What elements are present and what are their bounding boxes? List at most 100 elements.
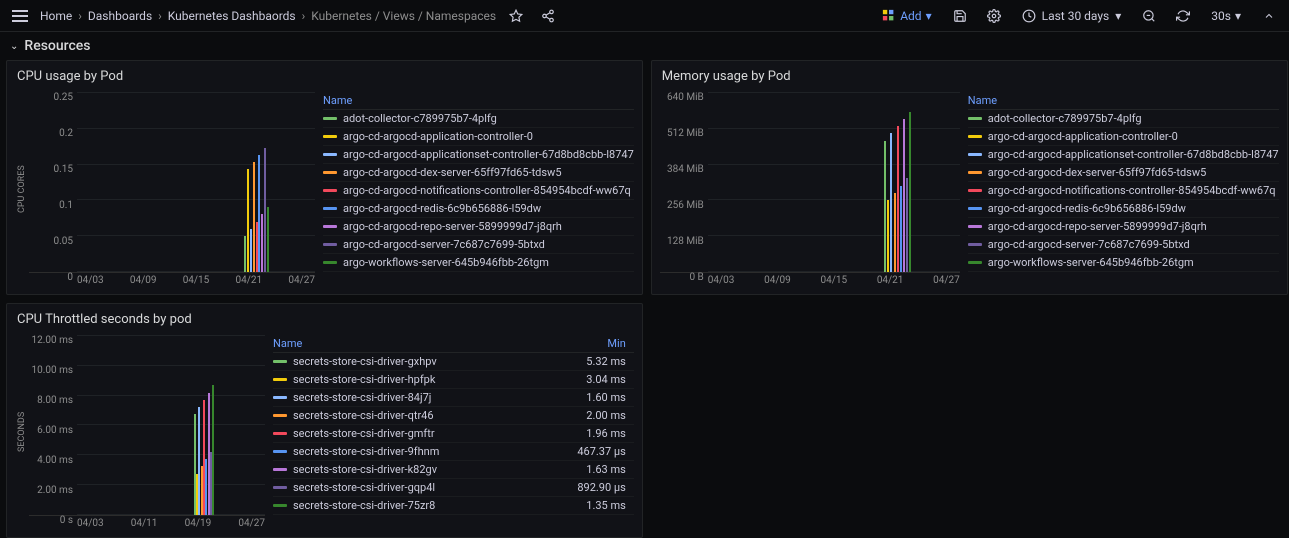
legend-row[interactable]: argo-cd-argocd-redis-6c9b656886-l59dw: [968, 200, 1279, 218]
plot-area[interactable]: 0 s2.00 ms4.00 ms6.00 ms8.00 ms10.00 ms1…: [29, 335, 265, 516]
legend-row[interactable]: secrets-store-csi-driver-9fhnm467.37 µs: [273, 443, 634, 461]
section-row-resources[interactable]: ⌄ Resources: [0, 32, 1289, 60]
time-range-button[interactable]: Last 30 days ▾: [1016, 9, 1128, 23]
legend-row[interactable]: argo-cd-argocd-application-controller-0: [323, 128, 634, 146]
legend-col-min[interactable]: Min: [564, 337, 634, 350]
legend-series-name[interactable]: argo-workflows-server-645b946fbb-26tgm: [343, 256, 634, 269]
legend-col-name[interactable]: Name: [968, 94, 1279, 107]
legend-row[interactable]: adot-collector-c789975b7-4plfg: [323, 110, 634, 128]
legend-series-name[interactable]: adot-collector-c789975b7-4plfg: [988, 112, 1279, 125]
legend-row[interactable]: secrets-store-csi-driver-84j7j 1.60 ms: [273, 389, 634, 407]
legend-series-name[interactable]: secrets-store-csi-driver-hpfpk: [293, 373, 558, 386]
y-ticks: 0 s2.00 ms4.00 ms6.00 ms8.00 ms10.00 ms1…: [29, 335, 77, 515]
legend-row[interactable]: argo-cd-argocd-server-7c687c7699-5btxd: [968, 236, 1279, 254]
legend-row[interactable]: argo-cd-argocd-dex-server-65ff97fd65-tds…: [968, 164, 1279, 182]
legend-series-name[interactable]: argo-cd-argocd-repo-server-5899999d7-j8q…: [988, 220, 1279, 233]
legend-series-name[interactable]: secrets-store-csi-driver-84j7j: [293, 391, 558, 404]
legend-series-name[interactable]: secrets-store-csi-driver-qtr46: [293, 409, 558, 422]
legend-series-name[interactable]: secrets-store-csi-driver-9fhnm: [293, 445, 558, 458]
legend-row[interactable]: argo-cd-argocd-dex-server-65ff97fd65-tds…: [323, 164, 634, 182]
panel-body: SECONDS0 s2.00 ms4.00 ms6.00 ms8.00 ms10…: [7, 331, 642, 537]
legend-series-name[interactable]: argo-cd-argocd-redis-6c9b656886-l59dw: [343, 202, 634, 215]
legend-series-name[interactable]: argo-cd-argocd-repo-server-5899999d7-j8q…: [343, 220, 634, 233]
legend-row[interactable]: secrets-store-csi-driver-k82gv1.63 ms: [273, 461, 634, 479]
legend-row[interactable]: argo-cd-argocd-redis-6c9b656886-l59dw: [323, 200, 634, 218]
series-spike: [250, 229, 252, 272]
gear-icon[interactable]: [982, 4, 1006, 28]
legend-series-name[interactable]: argo-cd-argocd-notifications-controller-…: [343, 184, 634, 197]
share-icon[interactable]: [536, 4, 560, 28]
legend-series-name[interactable]: argo-cd-argocd-redis-6c9b656886-l59dw: [988, 202, 1279, 215]
legend-series-name[interactable]: secrets-store-csi-driver-gmftr: [293, 427, 558, 440]
breadcrumb-current[interactable]: Kubernetes / Views / Namespaces: [311, 9, 496, 23]
legend-row[interactable]: argo-cd-argocd-repo-server-5899999d7-j8q…: [968, 218, 1279, 236]
legend-row[interactable]: secrets-store-csi-driver-gqp4l 892.90 µs: [273, 479, 634, 497]
topbar-right: Add ▾ Last 30 days ▾ 30s ▾: [876, 4, 1281, 28]
legend-row[interactable]: argo-cd-argocd-applicationset-controller…: [323, 146, 634, 164]
zoom-out-icon[interactable]: [1137, 4, 1161, 28]
legend-col-name[interactable]: Name: [273, 337, 564, 350]
panel-title[interactable]: CPU Throttled seconds by pod: [7, 304, 642, 331]
legend-row[interactable]: argo-cd-argocd-notifications-controller-…: [968, 182, 1279, 200]
chart-frame: 0 B128 MiB256 MiB384 MiB512 MiB640 MiB 04…: [660, 92, 960, 286]
legend-row[interactable]: argo-cd-argocd-application-controller-0: [968, 128, 1279, 146]
section-title: Resources: [24, 38, 90, 54]
legend-series-name[interactable]: secrets-store-csi-driver-75zr8: [293, 499, 558, 512]
x-tick-label: 04/15: [820, 275, 847, 286]
series-spike: [264, 148, 266, 272]
legend-series-name[interactable]: argo-cd-argocd-notifications-controller-…: [988, 184, 1279, 197]
topbar: Home › Dashboards › Kubernetes Dashbaord…: [0, 0, 1289, 32]
legend-row[interactable]: argo-workflows-server-645b946fbb-26tgm: [323, 254, 634, 272]
legend-series-name[interactable]: argo-cd-argocd-application-controller-0: [343, 130, 634, 143]
legend-swatch: [968, 225, 982, 228]
legend-row[interactable]: secrets-store-csi-driver-qtr462.00 ms: [273, 407, 634, 425]
legend-row[interactable]: argo-workflows-server-645b946fbb-26tgm: [968, 254, 1279, 272]
panel-title[interactable]: CPU usage by Pod: [7, 61, 642, 88]
x-tick-label: 04/09: [764, 275, 791, 286]
legend-row[interactable]: secrets-store-csi-driver-75zr81.35 ms: [273, 497, 634, 515]
collapse-icon[interactable]: [1257, 4, 1281, 28]
series-spike: [894, 193, 896, 272]
plot-area[interactable]: 0 B128 MiB256 MiB384 MiB512 MiB640 MiB: [660, 92, 960, 273]
legend-row[interactable]: argo-cd-argocd-applicationset-controller…: [968, 146, 1279, 164]
legend-row[interactable]: secrets-store-csi-driver-hpfpk3.04 ms: [273, 371, 634, 389]
panel-title[interactable]: Memory usage by Pod: [652, 61, 1287, 88]
hamburger-menu-icon[interactable]: [8, 6, 32, 26]
legend-series-min: 1.60 ms: [564, 391, 634, 404]
legend-series-name[interactable]: argo-cd-argocd-server-7c687c7699-5btxd: [343, 238, 634, 251]
refresh-icon[interactable]: [1171, 4, 1195, 28]
legend-row[interactable]: adot-collector-c789975b7-4plfg: [968, 110, 1279, 128]
legend-series-name[interactable]: argo-cd-argocd-applicationset-controller…: [343, 148, 634, 161]
time-range-label: Last 30 days: [1042, 9, 1110, 23]
plot-area[interactable]: 00.050.10.150.20.25: [29, 92, 315, 273]
breadcrumb-home[interactable]: Home: [40, 9, 72, 23]
x-tick-label: 04/15: [183, 275, 210, 286]
star-icon[interactable]: [504, 4, 528, 28]
legend-series-name[interactable]: argo-cd-argocd-dex-server-65ff97fd65-tds…: [988, 166, 1279, 179]
save-icon[interactable]: [948, 4, 972, 28]
legend-swatch: [273, 360, 287, 363]
refresh-interval-button[interactable]: 30s ▾: [1205, 9, 1247, 23]
chart-area[interactable]: 0 B128 MiB256 MiB384 MiB512 MiB640 MiB 04…: [660, 92, 960, 286]
add-panel-button[interactable]: Add ▾: [876, 9, 937, 23]
legend-row[interactable]: secrets-store-csi-driver-gxhpv5.32 ms: [273, 353, 634, 371]
legend-series-name[interactable]: argo-cd-argocd-dex-server-65ff97fd65-tds…: [343, 166, 634, 179]
legend-series-name[interactable]: argo-cd-argocd-application-controller-0: [988, 130, 1279, 143]
chart-area[interactable]: SECONDS0 s2.00 ms4.00 ms6.00 ms8.00 ms10…: [15, 335, 265, 529]
breadcrumb-dashboards[interactable]: Dashboards: [88, 9, 152, 23]
legend-row[interactable]: argo-cd-argocd-notifications-controller-…: [323, 182, 634, 200]
legend-row[interactable]: argo-cd-argocd-repo-server-5899999d7-j8q…: [323, 218, 634, 236]
legend-series-name[interactable]: argo-cd-argocd-server-7c687c7699-5btxd: [988, 238, 1279, 251]
legend-series-name[interactable]: argo-cd-argocd-applicationset-controller…: [988, 148, 1279, 161]
chart-area[interactable]: CPU CORES00.050.10.150.20.2504/0304/0904…: [15, 92, 315, 286]
breadcrumb-folder[interactable]: Kubernetes Dashbaords: [168, 9, 296, 23]
legend-series-name[interactable]: secrets-store-csi-driver-k82gv: [293, 463, 558, 476]
legend-series-name[interactable]: adot-collector-c789975b7-4plfg: [343, 112, 634, 125]
legend-row[interactable]: argo-cd-argocd-server-7c687c7699-5btxd: [323, 236, 634, 254]
legend-col-name[interactable]: Name: [323, 94, 634, 107]
legend-row[interactable]: secrets-store-csi-driver-gmftr1.96 ms: [273, 425, 634, 443]
legend-series-name[interactable]: argo-workflows-server-645b946fbb-26tgm: [988, 256, 1279, 269]
legend-series-name[interactable]: secrets-store-csi-driver-gqp4l: [293, 481, 558, 494]
legend-series-name[interactable]: secrets-store-csi-driver-gxhpv: [293, 355, 558, 368]
legend-series-min: 892.90 µs: [564, 481, 634, 494]
